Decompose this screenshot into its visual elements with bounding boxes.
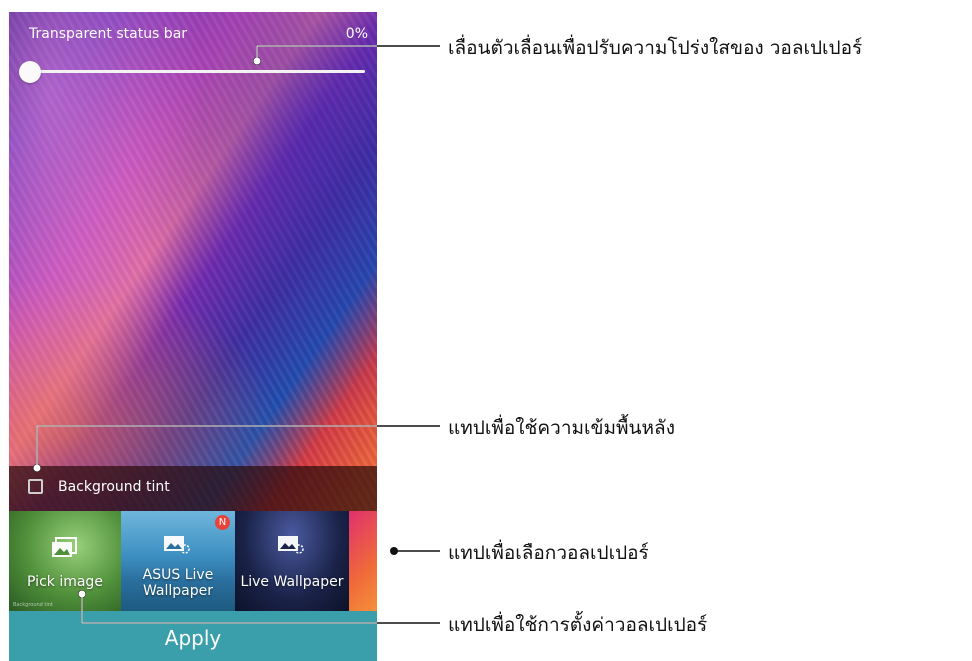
callout-background-tint: แทปเพื่อใช้ความเข้มพื้นหลัง [448, 417, 675, 439]
callout-slider: เลื่อนตัวเลื่อนเพื่อปรับความโปร่งใสของ ว… [448, 37, 863, 59]
callout-apply-wallpaper: แทปเพื่อใช้การตั้งค่าวอลเปเปอร์ [448, 614, 708, 636]
callout-select-wallpaper: แทปเพื่อเลือกวอลเปเปอร์ [448, 542, 649, 564]
